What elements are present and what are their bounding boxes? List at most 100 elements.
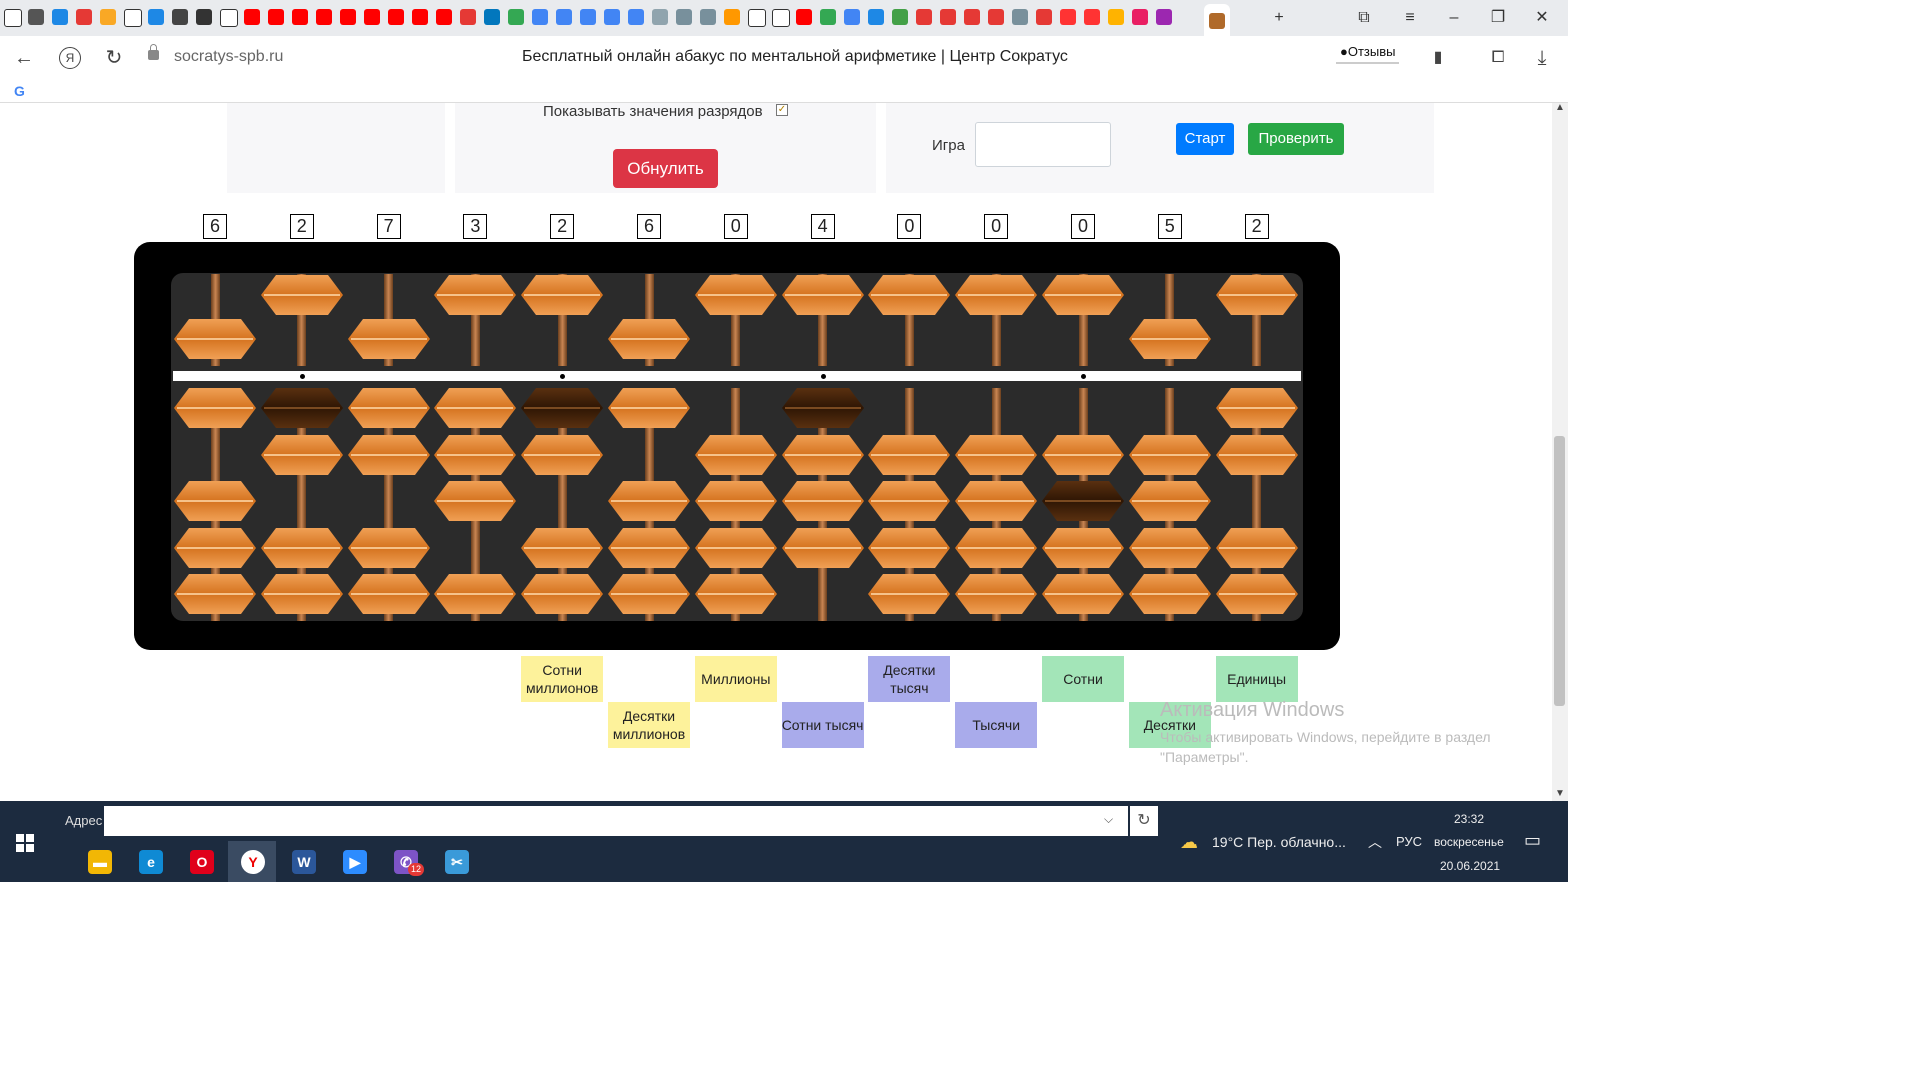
- clock-date[interactable]: 20.06.2021: [1440, 859, 1500, 873]
- check-button[interactable]: Проверить: [1248, 123, 1344, 155]
- earth-bead[interactable]: [781, 479, 865, 523]
- game-input[interactable]: [975, 122, 1111, 167]
- earth-bead[interactable]: [520, 433, 604, 477]
- earth-bead[interactable]: [694, 479, 778, 523]
- taskbar-opera-button[interactable]: O: [182, 843, 222, 881]
- language-indicator[interactable]: РУС: [1396, 834, 1422, 849]
- bookmark-icon[interactable]: ▮: [1426, 46, 1450, 70]
- pinned-tab-mail-icon[interactable]: [28, 9, 44, 25]
- heaven-bead[interactable]: [520, 273, 604, 317]
- pinned-tab-mail-red-icon[interactable]: [940, 9, 956, 25]
- earth-bead[interactable]: [1215, 433, 1299, 477]
- address-toolbar-input[interactable]: [104, 806, 1128, 836]
- pinned-tab-purple-icon[interactable]: [1156, 9, 1172, 25]
- pinned-tab-youtube-icon[interactable]: [340, 9, 356, 25]
- earth-bead[interactable]: [1215, 386, 1299, 430]
- heaven-bead[interactable]: [1128, 317, 1212, 361]
- earth-bead[interactable]: [433, 479, 517, 523]
- taskbar-edge-button[interactable]: e: [131, 843, 171, 881]
- pinned-tab-puzzle-icon[interactable]: [892, 9, 908, 25]
- chevron-up-icon[interactable]: ︿: [1368, 832, 1382, 852]
- reload-icon[interactable]: ↻: [102, 46, 126, 70]
- scroll-up-icon[interactable]: ▲: [1552, 96, 1568, 120]
- back-icon[interactable]: ←: [12, 46, 36, 70]
- earth-bead[interactable]: [781, 433, 865, 477]
- pinned-tab-ya-icon[interactable]: [1060, 9, 1076, 25]
- close-button[interactable]: ✕: [1530, 6, 1554, 30]
- earth-bead[interactable]: [1215, 572, 1299, 616]
- heaven-bead[interactable]: [694, 273, 778, 317]
- start-button[interactable]: Старт: [1176, 123, 1234, 155]
- pinned-tab-youtube-icon[interactable]: [388, 9, 404, 25]
- earth-bead[interactable]: [694, 526, 778, 570]
- earth-bead[interactable]: [347, 572, 431, 616]
- pinned-tab-mail-red-icon[interactable]: [460, 9, 476, 25]
- pinned-tab-mail-red-icon[interactable]: [964, 9, 980, 25]
- pinned-tab-send-icon[interactable]: [724, 9, 740, 25]
- earth-bead[interactable]: [1041, 572, 1125, 616]
- weather-text[interactable]: 19°C Пер. облачно...: [1212, 834, 1346, 850]
- reset-button[interactable]: Обнулить: [613, 149, 718, 188]
- url-domain[interactable]: socratys-spb.ru: [174, 48, 283, 66]
- earth-bead[interactable]: [954, 572, 1038, 616]
- pinned-tab-edge-icon[interactable]: [868, 9, 884, 25]
- pinned-tab-photo-icon[interactable]: [652, 9, 668, 25]
- earth-bead[interactable]: [520, 386, 604, 430]
- notification-icon[interactable]: ▭: [1524, 830, 1541, 851]
- heaven-bead[interactable]: [781, 273, 865, 317]
- taskbar-word-button[interactable]: W: [284, 843, 324, 881]
- taskbar-viber-button[interactable]: ✆ 12: [386, 843, 426, 881]
- heaven-bead[interactable]: [1215, 273, 1299, 317]
- menu-icon[interactable]: ≡: [1398, 6, 1422, 30]
- earth-bead[interactable]: [954, 479, 1038, 523]
- taskbar-zoom-button[interactable]: ▶: [335, 843, 375, 881]
- earth-bead[interactable]: [1041, 526, 1125, 570]
- pinned-tab-page-icon[interactable]: [124, 9, 142, 27]
- earth-bead[interactable]: [607, 526, 691, 570]
- taskbar-snipping-tool-button[interactable]: ✂: [437, 843, 477, 881]
- active-tab[interactable]: [1204, 4, 1230, 36]
- restore-button[interactable]: ❐: [1486, 6, 1510, 30]
- earth-bead[interactable]: [867, 572, 951, 616]
- earth-bead[interactable]: [954, 526, 1038, 570]
- earth-bead[interactable]: [867, 479, 951, 523]
- earth-bead[interactable]: [1041, 433, 1125, 477]
- pinned-tab-page-icon[interactable]: [4, 9, 22, 27]
- earth-bead[interactable]: [607, 479, 691, 523]
- earth-bead[interactable]: [347, 526, 431, 570]
- pinned-tab-drive-icon[interactable]: [820, 9, 836, 25]
- earth-bead[interactable]: [347, 386, 431, 430]
- earth-bead[interactable]: [1215, 526, 1299, 570]
- pinned-tab-vk-icon[interactable]: [172, 9, 188, 25]
- heaven-bead[interactable]: [607, 317, 691, 361]
- pinned-tab-page-icon[interactable]: [748, 9, 766, 27]
- pinned-tab-person-icon[interactable]: [700, 9, 716, 25]
- address-refresh-icon[interactable]: ↻: [1130, 806, 1158, 836]
- heaven-bead[interactable]: [954, 273, 1038, 317]
- taskbar-yandex-browser-button[interactable]: Y: [233, 843, 273, 881]
- earth-bead[interactable]: [694, 433, 778, 477]
- pinned-tab-youtube-icon[interactable]: [244, 9, 260, 25]
- earth-bead[interactable]: [173, 526, 257, 570]
- pinned-tab-page-icon[interactable]: [772, 9, 790, 27]
- heaven-bead[interactable]: [433, 273, 517, 317]
- heaven-bead[interactable]: [867, 273, 951, 317]
- earth-bead[interactable]: [1041, 479, 1125, 523]
- pinned-tab-youtube-icon[interactable]: [412, 9, 428, 25]
- translate-icon[interactable]: ⧠: [1486, 46, 1510, 70]
- download-icon[interactable]: ⤓: [1530, 46, 1554, 70]
- chevron-down-icon[interactable]: ⌵: [1104, 812, 1113, 827]
- pinned-tab-mail-red-icon[interactable]: [1036, 9, 1052, 25]
- pinned-tab-sun-icon[interactable]: [1108, 9, 1124, 25]
- pinned-tab-page-icon[interactable]: [220, 9, 238, 27]
- pinned-tab-doc-icon[interactable]: [556, 9, 572, 25]
- tabs-collection-icon[interactable]: ⧉: [1352, 6, 1376, 30]
- earth-bead[interactable]: [260, 526, 344, 570]
- pinned-tab-check-icon[interactable]: [52, 9, 68, 25]
- show-values-checkbox[interactable]: ✓: [776, 104, 788, 116]
- pinned-tab-doc-icon[interactable]: [628, 9, 644, 25]
- earth-bead[interactable]: [1128, 526, 1212, 570]
- earth-bead[interactable]: [694, 572, 778, 616]
- pinned-tab-doc-icon[interactable]: [580, 9, 596, 25]
- heaven-bead[interactable]: [1041, 273, 1125, 317]
